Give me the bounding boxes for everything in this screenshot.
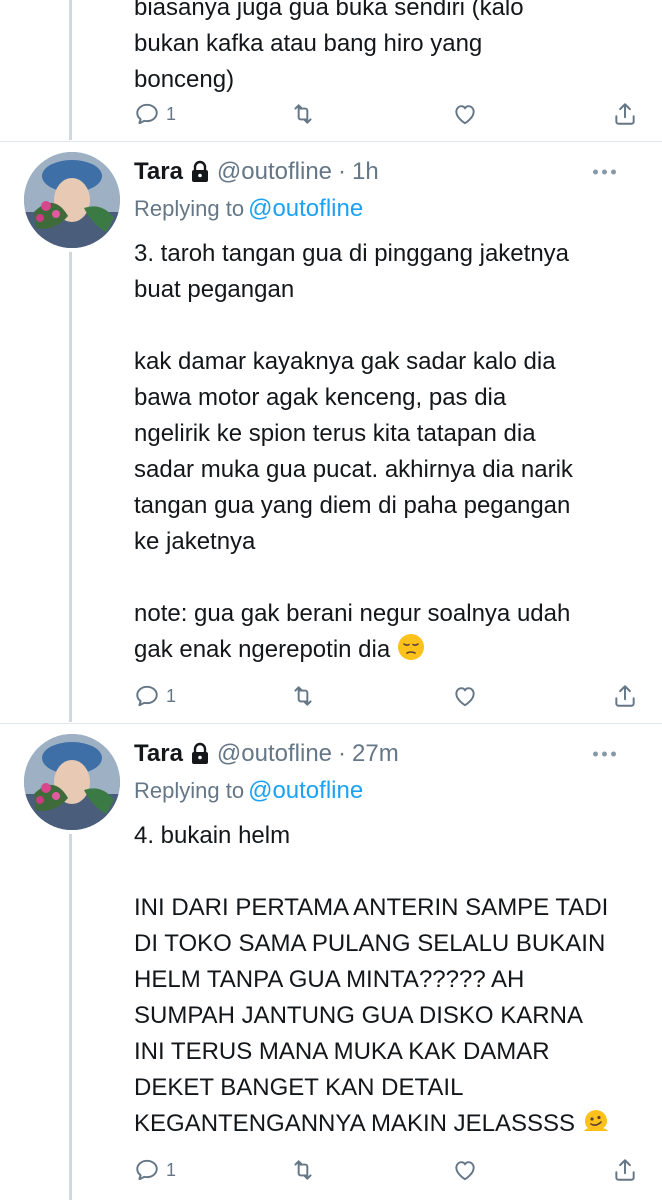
share-button[interactable] — [612, 676, 638, 716]
mention-link[interactable]: @outofline — [248, 777, 363, 805]
separator-dot: · — [338, 158, 347, 185]
share-button[interactable] — [612, 1150, 638, 1190]
reply-count: 1 — [166, 685, 177, 706]
tweet-text: 4. bukain helm INI DARI PERTAMA ANTERIN … — [134, 818, 642, 1146]
user-handle[interactable]: @outofline — [217, 158, 332, 186]
like-button[interactable] — [452, 676, 478, 716]
retweet-icon — [294, 1160, 312, 1180]
reply-icon — [136, 103, 158, 125]
tweet-actions: 1 — [134, 1150, 644, 1190]
tweet-actions: 1 — [134, 94, 644, 134]
retweet-icon — [294, 686, 312, 706]
replying-to-label: Replying to — [134, 196, 245, 221]
like-button[interactable] — [452, 94, 478, 134]
timestamp[interactable]: 1h — [352, 158, 379, 186]
more-icon[interactable] — [593, 169, 616, 175]
share-icon — [615, 103, 635, 125]
lock-icon — [189, 160, 211, 184]
mention-link[interactable]: @outofline — [248, 195, 363, 223]
thread-line — [69, 252, 72, 722]
heart-icon — [455, 687, 475, 707]
divider — [0, 141, 662, 142]
tweet-body: 4. bukain helm INI DARI PERTAMA ANTERIN … — [134, 822, 609, 1137]
timestamp[interactable]: 27m — [352, 740, 399, 768]
tweet-header: Tara @outofline · 1h — [134, 154, 642, 190]
heart-icon — [455, 105, 475, 125]
share-icon — [615, 1159, 635, 1181]
reply-button[interactable]: 1 — [134, 676, 176, 716]
reply-button[interactable]: 1 — [134, 1150, 176, 1190]
reply-icon — [136, 685, 158, 707]
tweet-header: Tara @outofline · 27m — [134, 736, 642, 772]
replying-to: Replying to @outofline — [134, 194, 363, 224]
tweet-actions: 1 — [134, 676, 644, 716]
retweet-icon — [294, 104, 312, 124]
heart-icon — [455, 1161, 475, 1181]
share-icon — [615, 685, 635, 707]
display-name[interactable]: Tara — [134, 740, 183, 768]
display-name[interactable]: Tara — [134, 158, 183, 186]
tweet-body: 3. taroh tangan gua di pinggang jaketnya… — [134, 240, 573, 663]
thread-line — [69, 834, 72, 1200]
more-icon[interactable] — [593, 751, 616, 757]
avatar[interactable] — [24, 152, 120, 248]
pensive-face-emoji — [397, 633, 425, 672]
avatar[interactable] — [24, 734, 120, 830]
reply-button[interactable]: 1 — [134, 94, 176, 134]
thread-line — [69, 0, 72, 140]
replying-to: Replying to @outofline — [134, 776, 363, 806]
reply-icon — [136, 1159, 158, 1181]
retweet-button[interactable] — [290, 1150, 316, 1190]
lock-icon — [189, 742, 211, 766]
tweet-text: biasanya juga gua buka sendiri (kalo buk… — [134, 0, 524, 93]
separator-dot: · — [338, 740, 347, 767]
divider — [0, 723, 662, 724]
retweet-button[interactable] — [290, 94, 316, 134]
avatar-photo — [24, 152, 120, 248]
like-button[interactable] — [452, 1150, 478, 1190]
avatar-photo — [24, 734, 120, 830]
reply-count: 1 — [166, 103, 177, 124]
tweet-text: 3. taroh tangan gua di pinggang jaketnya… — [134, 236, 642, 672]
retweet-button[interactable] — [290, 676, 316, 716]
share-button[interactable] — [612, 94, 638, 134]
reply-count: 1 — [166, 1159, 177, 1180]
user-handle[interactable]: @outofline — [217, 740, 332, 768]
melting-face-emoji — [582, 1107, 610, 1146]
replying-to-label: Replying to — [134, 778, 245, 803]
